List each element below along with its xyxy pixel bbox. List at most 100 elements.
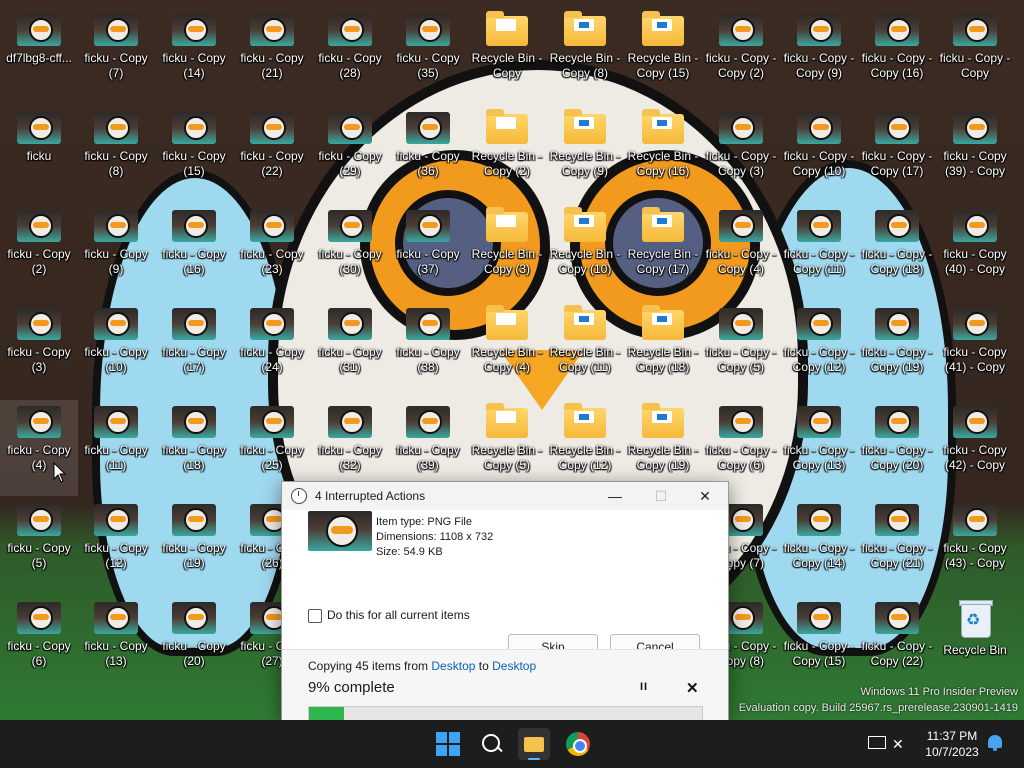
desktop-icon[interactable]: Recycle Bin - Copy (11) — [546, 302, 624, 398]
desktop-icon[interactable]: ficku - Copy (6) — [0, 596, 78, 692]
desktop-icon[interactable]: ficku - Copy (8) — [77, 106, 155, 202]
desktop-icon[interactable]: ficku - Copy (12) — [77, 498, 155, 594]
desktop-icon[interactable]: ficku - Copy (18) — [155, 400, 233, 496]
desktop-icon[interactable]: ficku - Copy - Copy (11) — [780, 204, 858, 300]
desktop-icon[interactable]: ficku - Copy - Copy (14) — [780, 498, 858, 594]
image-file-icon — [17, 14, 61, 46]
desktop-icon-label: Recycle Bin - Copy (4) — [471, 345, 543, 374]
desktop-icon[interactable]: ficku - Copy (3) — [0, 302, 78, 398]
desktop-icon[interactable]: ficku - Copy - Copy (13) — [780, 400, 858, 496]
desktop-icon[interactable]: df7lbg8-cff... — [0, 8, 78, 104]
desktop-icon[interactable]: ficku - Copy (38) — [389, 302, 467, 398]
search-button[interactable] — [476, 728, 508, 760]
desktop-icon[interactable]: ficku - Copy - Copy (2) — [702, 8, 780, 104]
desktop-icon[interactable]: ficku - Copy (43) - Copy — [936, 498, 1014, 594]
desktop-icon[interactable]: ficku - Copy - Copy (10) — [780, 106, 858, 202]
desktop-icon[interactable]: Recycle Bin - Copy (8) — [546, 8, 624, 104]
desktop-icon[interactable]: ficku - Copy (21) — [233, 8, 311, 104]
desktop-icon[interactable]: ficku - Copy (39) - Copy — [936, 106, 1014, 202]
desktop-icon[interactable]: ficku — [0, 106, 78, 202]
desktop-icon[interactable]: ficku - Copy (40) - Copy — [936, 204, 1014, 300]
source-link[interactable]: Desktop — [431, 659, 475, 673]
notification-bell-icon[interactable] — [988, 735, 1002, 751]
image-file-icon — [94, 406, 138, 438]
image-file-icon — [406, 406, 450, 438]
desktop-icon[interactable]: ficku - Copy (23) — [233, 204, 311, 300]
dialog-titlebar[interactable]: 4 Interrupted Actions — ☐ ✕ — [282, 482, 728, 510]
desktop-icon-label: ficku - Copy - Copy (2) — [705, 51, 777, 80]
close-button[interactable]: ✕ — [682, 482, 728, 510]
image-file-icon — [797, 406, 841, 438]
desktop-icon[interactable]: ficku - Copy - Copy (4) — [702, 204, 780, 300]
tray-network-icon[interactable]: ✕ — [892, 734, 914, 754]
desktop-icon[interactable]: ficku - Copy - Copy (15) — [780, 596, 858, 692]
desktop-icon[interactable]: ficku - Copy - Copy (20) — [858, 400, 936, 496]
desktop-icon[interactable]: ficku - Copy (42) - Copy — [936, 400, 1014, 496]
desktop-icon[interactable]: Recycle Bin - Copy (15) — [624, 8, 702, 104]
image-file-icon — [172, 406, 216, 438]
desktop-icon[interactable]: Recycle Bin - Copy (18) — [624, 302, 702, 398]
desktop-icon[interactable]: ficku - Copy (14) — [155, 8, 233, 104]
folder-icon — [642, 403, 684, 438]
desktop-icon[interactable]: ficku - Copy - Copy (12) — [780, 302, 858, 398]
desktop-icon[interactable]: ficku - Copy (17) — [155, 302, 233, 398]
image-file-icon — [328, 210, 372, 242]
desktop-icon[interactable]: ficku - Copy (22) — [233, 106, 311, 202]
maximize-button[interactable]: ☐ — [638, 482, 684, 510]
desktop-icon[interactable]: Recycle Bin - Copy — [468, 8, 546, 104]
desktop-icon[interactable]: ficku - Copy (41) - Copy — [936, 302, 1014, 398]
desktop-icon[interactable]: ficku - Copy - Copy — [936, 8, 1014, 104]
desktop-icon[interactable]: Recycle Bin - Copy (16) — [624, 106, 702, 202]
desktop-icon[interactable]: ficku - Copy (29) — [311, 106, 389, 202]
desktop-icon[interactable]: ficku - Copy (19) — [155, 498, 233, 594]
desktop-icon[interactable]: ficku - Copy (13) — [77, 596, 155, 692]
desktop-icon[interactable]: ficku - Copy (20) — [155, 596, 233, 692]
chrome-button[interactable] — [562, 728, 594, 760]
pause-button[interactable]: II — [640, 681, 648, 693]
desktop-icon[interactable]: Recycle Bin - Copy (2) — [468, 106, 546, 202]
desktop-icon[interactable]: ficku - Copy (31) — [311, 302, 389, 398]
desktop-icon[interactable]: ficku - Copy (30) — [311, 204, 389, 300]
minimize-button[interactable]: — — [592, 482, 638, 510]
desktop-icon[interactable]: ficku - Copy (16) — [155, 204, 233, 300]
desktop-icon[interactable]: ficku - Copy - Copy (9) — [780, 8, 858, 104]
desktop-icon[interactable]: ficku - Copy - Copy (3) — [702, 106, 780, 202]
taskbar-clock[interactable]: 11:37 PM 10/7/2023 — [920, 728, 984, 760]
start-button[interactable] — [432, 728, 464, 760]
apply-all-label[interactable]: Do this for all current items — [327, 608, 470, 622]
desktop-icon[interactable]: ficku - Copy - Copy (5) — [702, 302, 780, 398]
desktop-icon[interactable]: ficku - Copy (24) — [233, 302, 311, 398]
desktop-icon[interactable]: ficku - Copy (7) — [77, 8, 155, 104]
desktop-icon-label: ficku - Copy - Copy (22) — [861, 639, 933, 668]
desktop-icon[interactable]: Recycle Bin - Copy (3) — [468, 204, 546, 300]
desktop-icon[interactable]: ficku - Copy (28) — [311, 8, 389, 104]
desktop-icon[interactable]: ficku - Copy - Copy (17) — [858, 106, 936, 202]
desktop-icon[interactable]: ficku - Copy - Copy (22) — [858, 596, 936, 692]
desktop-icon[interactable]: ficku - Copy - Copy (16) — [858, 8, 936, 104]
folder-icon — [564, 403, 606, 438]
desktop-icon[interactable]: ♻ Recycle Bin — [936, 596, 1014, 692]
desktop-icon[interactable]: ficku - Copy (5) — [0, 498, 78, 594]
desktop-icon[interactable]: Recycle Bin - Copy (4) — [468, 302, 546, 398]
mouse-cursor-icon — [53, 462, 67, 483]
desktop-icon[interactable]: Recycle Bin - Copy (9) — [546, 106, 624, 202]
tray-display-icon[interactable] — [866, 734, 888, 754]
desktop-icon[interactable]: ficku - Copy (10) — [77, 302, 155, 398]
desktop-icon[interactable]: ficku - Copy (9) — [77, 204, 155, 300]
apply-all-checkbox[interactable] — [308, 609, 322, 623]
image-file-icon — [875, 308, 919, 340]
desktop-icon[interactable]: ficku - Copy (37) — [389, 204, 467, 300]
desktop-icon[interactable]: ficku - Copy (11) — [77, 400, 155, 496]
desktop-icon[interactable]: ficku - Copy (36) — [389, 106, 467, 202]
desktop-icon[interactable]: ficku - Copy - Copy (21) — [858, 498, 936, 594]
file-explorer-button[interactable] — [518, 728, 550, 760]
stop-copy-button[interactable]: ✕ — [686, 679, 699, 697]
desktop-icon[interactable]: ficku - Copy (15) — [155, 106, 233, 202]
destination-link[interactable]: Desktop — [492, 659, 536, 673]
desktop-icon[interactable]: ficku - Copy - Copy (18) — [858, 204, 936, 300]
desktop-icon[interactable]: Recycle Bin - Copy (17) — [624, 204, 702, 300]
desktop-icon[interactable]: Recycle Bin - Copy (10) — [546, 204, 624, 300]
desktop-icon[interactable]: ficku - Copy - Copy (19) — [858, 302, 936, 398]
desktop-icon[interactable]: ficku - Copy (2) — [0, 204, 78, 300]
desktop-icon[interactable]: ficku - Copy (35) — [389, 8, 467, 104]
